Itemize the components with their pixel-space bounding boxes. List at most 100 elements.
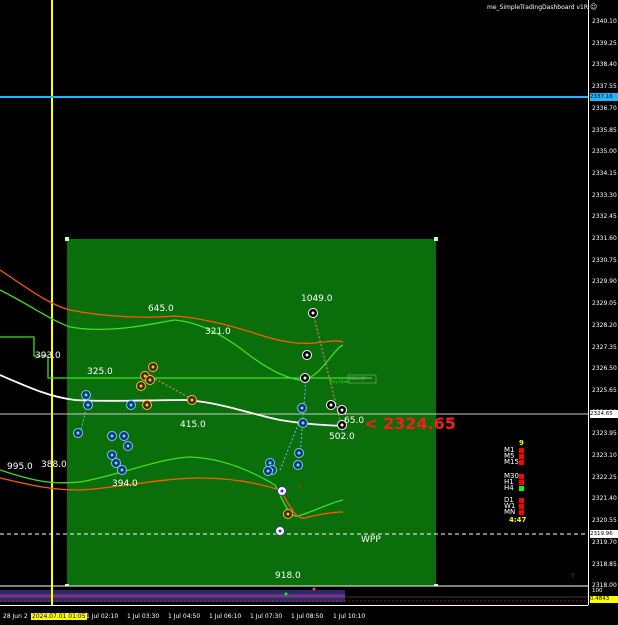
price-axis-border — [588, 0, 589, 605]
price-tick: 2319.70 — [592, 538, 617, 546]
sell-marker-dot — [145, 403, 149, 407]
time-tick: 1 Jul 03:30 — [127, 613, 160, 620]
box-corner-tl — [65, 237, 69, 241]
time-tick: 2024.07.01 01:05 — [31, 613, 87, 620]
price-tick: 2338.40 — [592, 61, 617, 69]
smiley-icon: ☺ — [589, 3, 598, 11]
entry-marker-dot — [278, 529, 282, 533]
price-tick: 2334.15 — [592, 169, 617, 177]
price-tick: 2323.95 — [592, 430, 617, 438]
price-tick: 2328.20 — [592, 321, 617, 329]
buy-label: Buy Open — [330, 379, 350, 384]
buy-marker-dot — [268, 461, 272, 465]
price-chart[interactable]: ⌃ — [0, 0, 588, 605]
timeframe-label: M15 — [504, 458, 519, 466]
price-tick: 2332.45 — [592, 213, 617, 221]
price-tick: 2333.30 — [592, 191, 617, 199]
buy-marker-dot — [300, 406, 304, 410]
price-tick: 2331.60 — [592, 235, 617, 242]
buy-marker-dot — [84, 393, 88, 397]
indicator-dot-green — [284, 592, 288, 596]
timeframe-label: MN — [504, 508, 516, 516]
sell-marker-dot — [151, 365, 155, 369]
timeframe-signal-square — [519, 498, 524, 503]
timeframe-signal-square — [519, 448, 524, 453]
label-995: 995.0 — [7, 462, 33, 472]
sell-marker-dot — [190, 398, 194, 402]
time-tick: 1 Jul 02:10 — [86, 613, 119, 620]
buy-marker-dot — [110, 434, 114, 438]
buy-marker-dot — [114, 461, 118, 465]
label-wpp: WPP — [361, 535, 381, 545]
label-502: 502.0 — [329, 432, 355, 442]
buy-marker-dot — [266, 469, 270, 473]
label-415: 415.0 — [180, 420, 206, 430]
timeframe-label: H4 — [504, 484, 514, 492]
time-axis-border — [0, 605, 588, 606]
buy-marker-dot — [301, 421, 305, 425]
sell-marker-dot — [148, 378, 152, 382]
price-tick: 2330.75 — [592, 256, 617, 264]
buy-marker-dot — [126, 444, 130, 448]
current-price-tag: 2324.65 — [590, 410, 618, 418]
timeframe-signal-square — [519, 474, 524, 479]
indicator-dot-red — [312, 587, 316, 591]
label-321: 321.0 — [205, 327, 231, 337]
price-tick: 2321.40 — [592, 495, 617, 503]
buy-marker-dot — [297, 451, 301, 455]
label-388: 388.0 — [41, 460, 67, 470]
buy-marker-dot — [110, 453, 114, 457]
timeframe-signal-square — [519, 454, 524, 459]
price-tick: 2335.85 — [592, 126, 617, 134]
close-marker-dot — [311, 311, 315, 315]
label-394: 394.0 — [112, 479, 138, 489]
label-918: 918.0 — [275, 571, 301, 581]
price-tick: 2322.25 — [592, 473, 617, 481]
chart-window[interactable]: me_SimpleTradingDashboard v1R ☺ 2340.10 2… — [0, 0, 618, 625]
indicator-value-tag: 0.4843 — [590, 596, 618, 603]
dashboard-countdown: 4:47 — [509, 516, 527, 524]
price-tick: 2327.35 — [592, 343, 617, 351]
label-325: 325.0 — [87, 367, 113, 377]
price-tick: 2318.85 — [592, 560, 617, 568]
close-marker-dot — [340, 408, 344, 412]
autoscroll-icon[interactable]: ▽ — [571, 573, 575, 579]
timeframe-signal-square — [519, 480, 524, 485]
price-tick: 2340.10 — [592, 18, 617, 25]
current-price-big: < 2324.65 — [364, 414, 456, 433]
indicator-max: 100 — [592, 588, 603, 594]
price-tick: 2339.25 — [592, 39, 617, 47]
price-tick: 2325.65 — [592, 386, 617, 394]
price-tick: 2336.70 — [592, 104, 617, 112]
box-corner-tr — [434, 237, 438, 241]
wpp-price-tag: 2319.96 — [590, 530, 618, 538]
close-marker-dot — [329, 403, 333, 407]
timeframe-signal-square — [519, 504, 524, 509]
dashboard-header: 9 — [519, 439, 524, 447]
price-tick: 2323.10 — [592, 452, 617, 459]
entry-marker-dot — [280, 489, 284, 493]
label-393: 393.0 — [35, 351, 61, 361]
buy-marker-dot — [122, 434, 126, 438]
time-tick: 1 Jul 08:50 — [291, 613, 324, 620]
label-645: 645.0 — [148, 304, 174, 314]
label-1049: 1049.0 — [301, 294, 333, 304]
timeframe-signal-square — [519, 460, 524, 465]
timeframe-signal-square — [519, 510, 524, 515]
time-tick: 28 Jun 2 — [3, 613, 28, 620]
small-tag-text: 2326.05 — [349, 376, 366, 381]
price-tick: 2320.55 — [592, 517, 617, 525]
time-tick: 1 Jul 06:10 — [209, 613, 242, 620]
close-marker-dot — [305, 353, 309, 357]
sell-marker-dot — [286, 512, 290, 516]
time-tick: 1 Jul 10:10 — [333, 613, 366, 620]
time-tick: 1 Jul 04:50 — [168, 613, 201, 620]
buy-marker-dot — [76, 431, 80, 435]
sell-arrow-icon: ⌃ — [296, 484, 303, 493]
cyan-price-tag: 2337.16 — [590, 93, 618, 101]
time-tick: 1 Jul 07:30 — [250, 613, 283, 620]
buy-marker-dot — [86, 403, 90, 407]
price-tick: 2335.00 — [592, 148, 617, 156]
timeframe-signal-square — [519, 486, 524, 491]
price-tick: 2326.50 — [592, 365, 617, 373]
